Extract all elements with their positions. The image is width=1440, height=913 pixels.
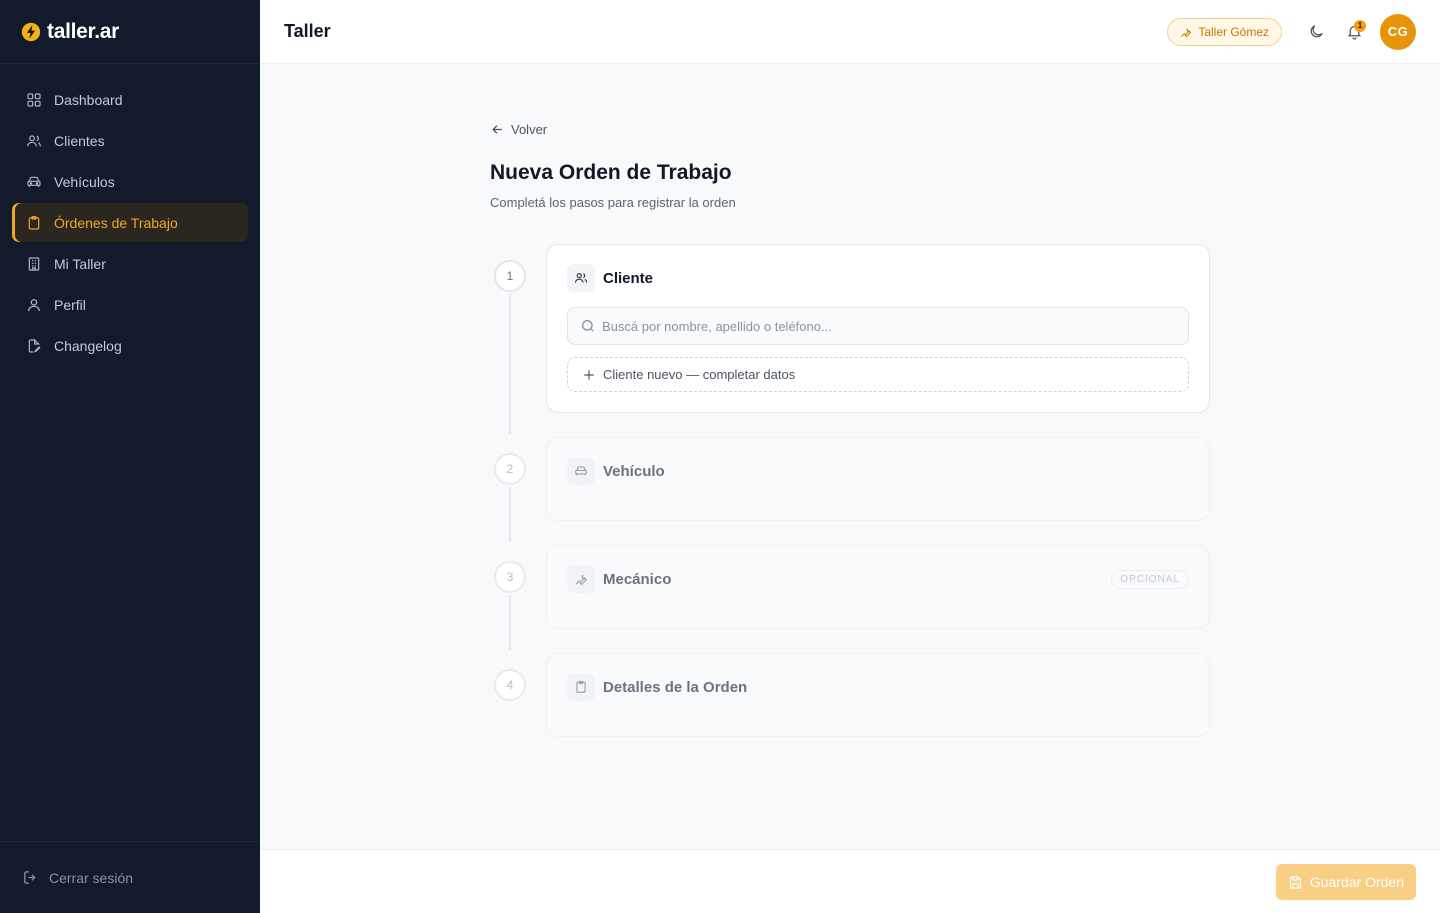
- new-client-button[interactable]: Cliente nuevo — completar datos: [567, 357, 1189, 392]
- step-number-4: 4: [494, 669, 526, 701]
- card-icon-wrap: [567, 264, 595, 292]
- step-card-detalles[interactable]: Detalles de la Orden: [546, 653, 1210, 737]
- top-header: Taller Taller Gómez 1 CG: [260, 0, 1440, 64]
- card-title: Cliente: [603, 269, 654, 287]
- card-header: Vehículo: [567, 457, 1189, 485]
- step-card-cliente: Cliente Cliente nuevo — completar datos: [546, 244, 1210, 413]
- main-content: Volver Nueva Orden de Trabajo Completá l…: [260, 64, 1440, 849]
- card-header: Detalles de la Orden: [567, 673, 1189, 701]
- step-connector: [509, 294, 511, 434]
- logo[interactable]: taller.ar: [0, 0, 260, 64]
- back-label: Volver: [511, 122, 548, 137]
- sidebar-item-label: Clientes: [54, 132, 105, 149]
- header-title: Taller: [284, 21, 331, 41]
- user-icon: [28, 298, 40, 311]
- step-number-3: 3: [494, 561, 526, 593]
- sidebar-item-mi-taller[interactable]: Mi Taller: [12, 244, 248, 283]
- notifications-button[interactable]: 1: [1338, 16, 1370, 48]
- arrow-left-icon: [492, 125, 502, 134]
- clipboard-icon: [28, 215, 40, 230]
- save-label: Guardar Orden: [1309, 874, 1404, 890]
- action-bar: Guardar Orden: [260, 849, 1440, 913]
- sidebar-item-clientes[interactable]: Clientes: [12, 121, 248, 160]
- client-search-input[interactable]: [602, 318, 1176, 334]
- sidebar-item-perfil[interactable]: Perfil: [12, 285, 248, 324]
- theme-toggle-button[interactable]: [1300, 16, 1332, 48]
- logo-icon: [21, 22, 41, 41]
- clipboard-icon: [576, 680, 586, 693]
- search-icon: [582, 320, 594, 332]
- step-number-1: 1: [494, 260, 526, 292]
- users-icon: [574, 273, 588, 283]
- step-number-2: 2: [494, 453, 526, 485]
- logout-label: Cerrar sesión: [49, 869, 134, 886]
- header-actions: Taller Gómez 1 CG: [1167, 13, 1416, 50]
- sidebar-item-label: Órdenes de Trabajo: [54, 214, 178, 231]
- card-title: Vehículo: [603, 462, 665, 480]
- sidebar-item-dashboard[interactable]: Dashboard: [12, 80, 248, 119]
- client-search-box: [567, 307, 1189, 345]
- plus-icon: [584, 369, 594, 380]
- card-icon-wrap: [567, 457, 595, 485]
- sidebar-item-vehiculos[interactable]: Vehículos: [12, 162, 248, 201]
- sidebar-item-changelog[interactable]: Changelog: [12, 326, 248, 365]
- step-card-mecanico[interactable]: Mecánico OPCIONAL: [546, 545, 1210, 629]
- wrench-icon: [575, 575, 588, 586]
- sidebar-item-label: Changelog: [54, 337, 122, 354]
- sidebar-item-label: Perfil: [54, 296, 86, 313]
- save-icon: [1289, 875, 1301, 889]
- moon-icon: [1310, 25, 1323, 38]
- shop-badge[interactable]: Taller Gómez: [1167, 17, 1282, 46]
- sidebar-item-label: Mi Taller: [54, 255, 106, 272]
- sidebar-item-ordenes-de-trabajo[interactable]: Órdenes de Trabajo: [12, 203, 248, 242]
- building-icon: [28, 256, 40, 271]
- card-icon-wrap: [567, 673, 595, 701]
- users-icon: [27, 134, 41, 146]
- logo-text: taller.ar: [47, 19, 120, 43]
- card-header: Cliente: [567, 264, 1189, 292]
- sidebar-item-label: Dashboard: [54, 91, 123, 108]
- step-card-vehiculo[interactable]: Vehículo: [546, 437, 1210, 521]
- optional-tag: OPCIONAL: [1111, 569, 1189, 589]
- card-title: Detalles de la Orden: [603, 678, 748, 696]
- sidebar-nav: Dashboard Clientes Vehículos Órdenes de …: [0, 64, 260, 383]
- card-icon-wrap: [567, 565, 595, 593]
- new-client-label: Cliente nuevo — completar datos: [603, 367, 796, 382]
- car-icon: [27, 176, 41, 187]
- car-icon: [575, 466, 587, 476]
- avatar[interactable]: CG: [1380, 13, 1416, 50]
- sidebar: taller.ar Dashboard Clientes Vehículos Ó…: [0, 0, 260, 913]
- wrench-icon: [1181, 28, 1192, 37]
- logout-button[interactable]: Cerrar sesión: [0, 841, 260, 913]
- step-connector: [509, 595, 511, 650]
- grid-icon: [27, 92, 41, 107]
- card-title: Mecánico: [603, 570, 672, 588]
- step-connector: [509, 487, 511, 542]
- sidebar-item-label: Vehículos: [54, 173, 115, 190]
- back-link[interactable]: Volver: [490, 122, 547, 137]
- card-header: Mecánico OPCIONAL: [567, 565, 1189, 593]
- file-edit-icon: [28, 338, 41, 353]
- shop-badge-label: Taller Gómez: [1198, 24, 1269, 39]
- page-subtitle: Completá los pasos para registrar la ord…: [490, 195, 736, 210]
- logout-icon: [24, 871, 36, 884]
- save-order-button[interactable]: Guardar Orden: [1275, 864, 1416, 900]
- page-title: Nueva Orden de Trabajo: [490, 161, 732, 184]
- notification-badge: 1: [1354, 19, 1366, 32]
